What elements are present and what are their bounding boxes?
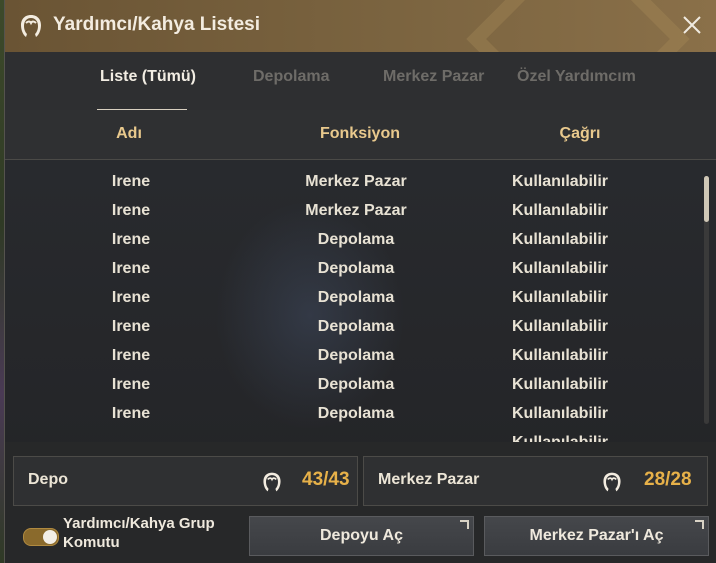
row-helper-call-status: Kullanılabilir bbox=[511, 202, 608, 219]
tab-central-market[interactable]: Merkez Pazar bbox=[383, 68, 484, 86]
market-counter: Merkez Pazar 28/28 bbox=[363, 456, 708, 506]
row-helper-function: Merkez Pazar bbox=[305, 202, 407, 219]
storage-counter-label: Depo bbox=[28, 471, 68, 488]
tab-list-all[interactable]: Liste (Tümü) bbox=[100, 68, 196, 86]
popout-icon bbox=[460, 520, 469, 529]
table-row[interactable]: Irene Merkez Pazar Kullanılabilir bbox=[5, 168, 705, 197]
row-helper-function: Depolama bbox=[317, 231, 395, 248]
scrollbar-thumb[interactable] bbox=[704, 176, 709, 222]
row-helper-name: Irene bbox=[111, 318, 151, 335]
row-helper-function: Depolama bbox=[317, 260, 395, 277]
row-helper-call-status: Kullanılabilir bbox=[485, 434, 635, 442]
table-row[interactable]: Irene Depolama Kullanılabilir bbox=[5, 371, 705, 400]
row-helper-function: Depolama bbox=[317, 405, 395, 422]
window-title: Yardımcı/Kahya Listesi bbox=[53, 14, 260, 35]
tab-storage[interactable]: Depolama bbox=[253, 68, 329, 86]
open-storage-button[interactable]: Depoyu Aç bbox=[249, 516, 474, 556]
row-helper-function: Merkez Pazar bbox=[305, 173, 407, 190]
title-bar[interactable]: Yardımcı/Kahya Listesi bbox=[5, 0, 716, 52]
close-icon[interactable] bbox=[681, 14, 703, 36]
row-helper-name: Irene bbox=[111, 376, 151, 393]
row-helper-name: Irene bbox=[111, 405, 151, 422]
open-storage-button-label: Depoyu Aç bbox=[320, 527, 403, 544]
column-header-name: Adı bbox=[116, 125, 142, 142]
row-helper-call-status: Kullanılabilir bbox=[511, 347, 608, 364]
table-header: Adı Fonksiyon Çağrı bbox=[5, 110, 716, 160]
column-header-call: Çağrı bbox=[559, 125, 601, 142]
row-helper-name: Irene bbox=[111, 231, 151, 248]
row-helper-function: Depolama bbox=[317, 376, 395, 393]
table-row[interactable]: Kullanılabilir bbox=[5, 429, 705, 442]
helper-list[interactable]: Irene Merkez Pazar Kullanılabilir Irene Merk… bbox=[5, 160, 716, 442]
row-helper-call-status: Kullanılabilir bbox=[511, 376, 608, 393]
row-helper-name: Irene bbox=[111, 289, 151, 306]
row-helper-name: Irene bbox=[111, 173, 151, 190]
group-command-label: Yardımcı/Kahya Grup Komutu bbox=[63, 515, 215, 551]
popout-icon bbox=[695, 520, 704, 529]
row-helper-call-status: Kullanılabilir bbox=[511, 260, 608, 277]
market-counter-value: 28/28 bbox=[644, 469, 692, 490]
table-row[interactable]: Irene Depolama Kullanılabilir bbox=[5, 284, 705, 313]
column-header-function: Fonksiyon bbox=[319, 125, 400, 142]
table-row[interactable]: Irene Depolama Kullanılabilir bbox=[5, 342, 705, 371]
row-helper-name: Irene bbox=[111, 347, 151, 364]
row-helper-name: Irene bbox=[111, 260, 151, 277]
table-row[interactable]: Irene Depolama Kullanılabilir bbox=[5, 226, 705, 255]
storage-counter: Depo 43/43 bbox=[13, 456, 358, 506]
table-row[interactable]: Irene Depolama Kullanılabilir bbox=[5, 255, 705, 284]
tab-bar: Liste (Tümü) Depolama Merkez Pazar Özel … bbox=[5, 52, 716, 111]
open-market-button[interactable]: Merkez Pazar'ı Aç bbox=[484, 516, 709, 556]
table-row[interactable]: Irene Depolama Kullanılabilir bbox=[5, 313, 705, 342]
row-helper-function: Depolama bbox=[317, 347, 395, 364]
row-helper-call-status: Kullanılabilir bbox=[511, 231, 608, 248]
group-command-toggle[interactable] bbox=[23, 528, 59, 546]
tab-my-special-helper[interactable]: Özel Yardımcım bbox=[517, 68, 636, 86]
toggle-knob bbox=[43, 530, 57, 544]
market-counter-label: Merkez Pazar bbox=[378, 471, 480, 488]
list-scrollbar[interactable] bbox=[704, 176, 709, 424]
helper-head-icon bbox=[21, 15, 41, 37]
table-row[interactable]: Irene Merkez Pazar Kullanılabilir bbox=[5, 197, 705, 226]
bottom-panel: Depo 43/43 Merkez Pazar 28/28 Yardımcı/K… bbox=[5, 442, 716, 563]
row-helper-call-status: Kullanılabilir bbox=[511, 173, 608, 190]
row-helper-call-status: Kullanılabilir bbox=[511, 318, 608, 335]
table-row[interactable]: Irene Depolama Kullanılabilir bbox=[5, 400, 705, 429]
row-helper-call-status: Kullanılabilir bbox=[511, 289, 608, 306]
helper-head-icon bbox=[263, 472, 281, 492]
row-helper-function: Depolama bbox=[317, 318, 395, 335]
row-helper-name: Irene bbox=[111, 202, 151, 219]
helper-list-window: Yardımcı/Kahya Listesi Liste (Tümü) Depo… bbox=[4, 0, 716, 563]
row-helper-call-status: Kullanılabilir bbox=[511, 405, 608, 422]
row-helper-function: Depolama bbox=[317, 289, 395, 306]
open-market-button-label: Merkez Pazar'ı Aç bbox=[529, 527, 664, 544]
helper-head-icon bbox=[603, 472, 621, 492]
title-decoration bbox=[466, 0, 690, 52]
storage-counter-value: 43/43 bbox=[302, 469, 350, 490]
